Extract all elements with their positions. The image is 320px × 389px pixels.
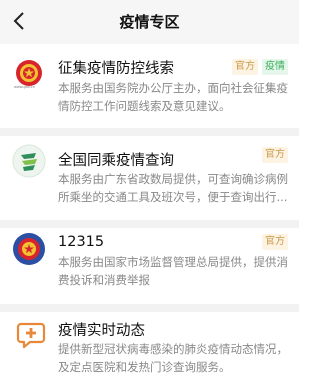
divider (0, 220, 299, 228)
service-item-travel-query[interactable]: 全国同乘疫情查询 官方 本服务由广东省政数局提供，可查询确诊病例所乘坐的交通工具… (0, 136, 299, 220)
epidemic-badge: 疫情 (262, 59, 288, 75)
service-description: 提供新型冠状病毒感染的肺炎疫情动态情况，及定点医院和发热门诊查询服务。 (58, 342, 288, 374)
service-description: 本服务由国务院办公厅主办，面向社会征集疫情防控工作问题线索及意见建议。 (58, 81, 288, 113)
guangdong-logo-icon (12, 144, 46, 178)
service-name: 疫情实时动态 (58, 323, 145, 339)
service-name: 全国同乘疫情查询 (58, 153, 174, 169)
official-badge: 官方 (262, 234, 288, 250)
official-badge: 官方 (232, 59, 258, 75)
nav-header: 疫情专区 (0, 0, 299, 44)
service-name: 12315 (58, 234, 105, 250)
divider (0, 128, 299, 136)
service-item-live-updates[interactable]: 疫情实时动态 提供新型冠状病毒感染的肺炎疫情动态情况，及定点医院和发热门诊查询服… (0, 312, 299, 389)
national-emblem-icon (13, 233, 45, 265)
service-name: 征集疫情防控线索 (58, 61, 174, 77)
service-description: 本服务由国家市场监督管理总局提供，提供消费投诉和消费举报 (58, 255, 288, 287)
service-item-clue-collection[interactable]: www.gov.cn 征集疫情防控线索 官方 疫情 本服务由国务院办公厅主办，面… (0, 44, 299, 128)
logo-caption: www.gov.cn (14, 85, 35, 89)
official-badge: 官方 (262, 147, 288, 163)
medical-chat-icon (16, 322, 46, 349)
divider (0, 304, 299, 312)
page-title: 疫情专区 (119, 13, 180, 31)
service-item-12315[interactable]: 12315 官方 本服务由国家市场监督管理总局提供，提供消费投诉和消费举报 (0, 228, 299, 304)
service-description: 本服务由广东省政数局提供，可查询确诊病例所乘坐的交通工具及班次号，便于查询出行.… (58, 172, 288, 204)
